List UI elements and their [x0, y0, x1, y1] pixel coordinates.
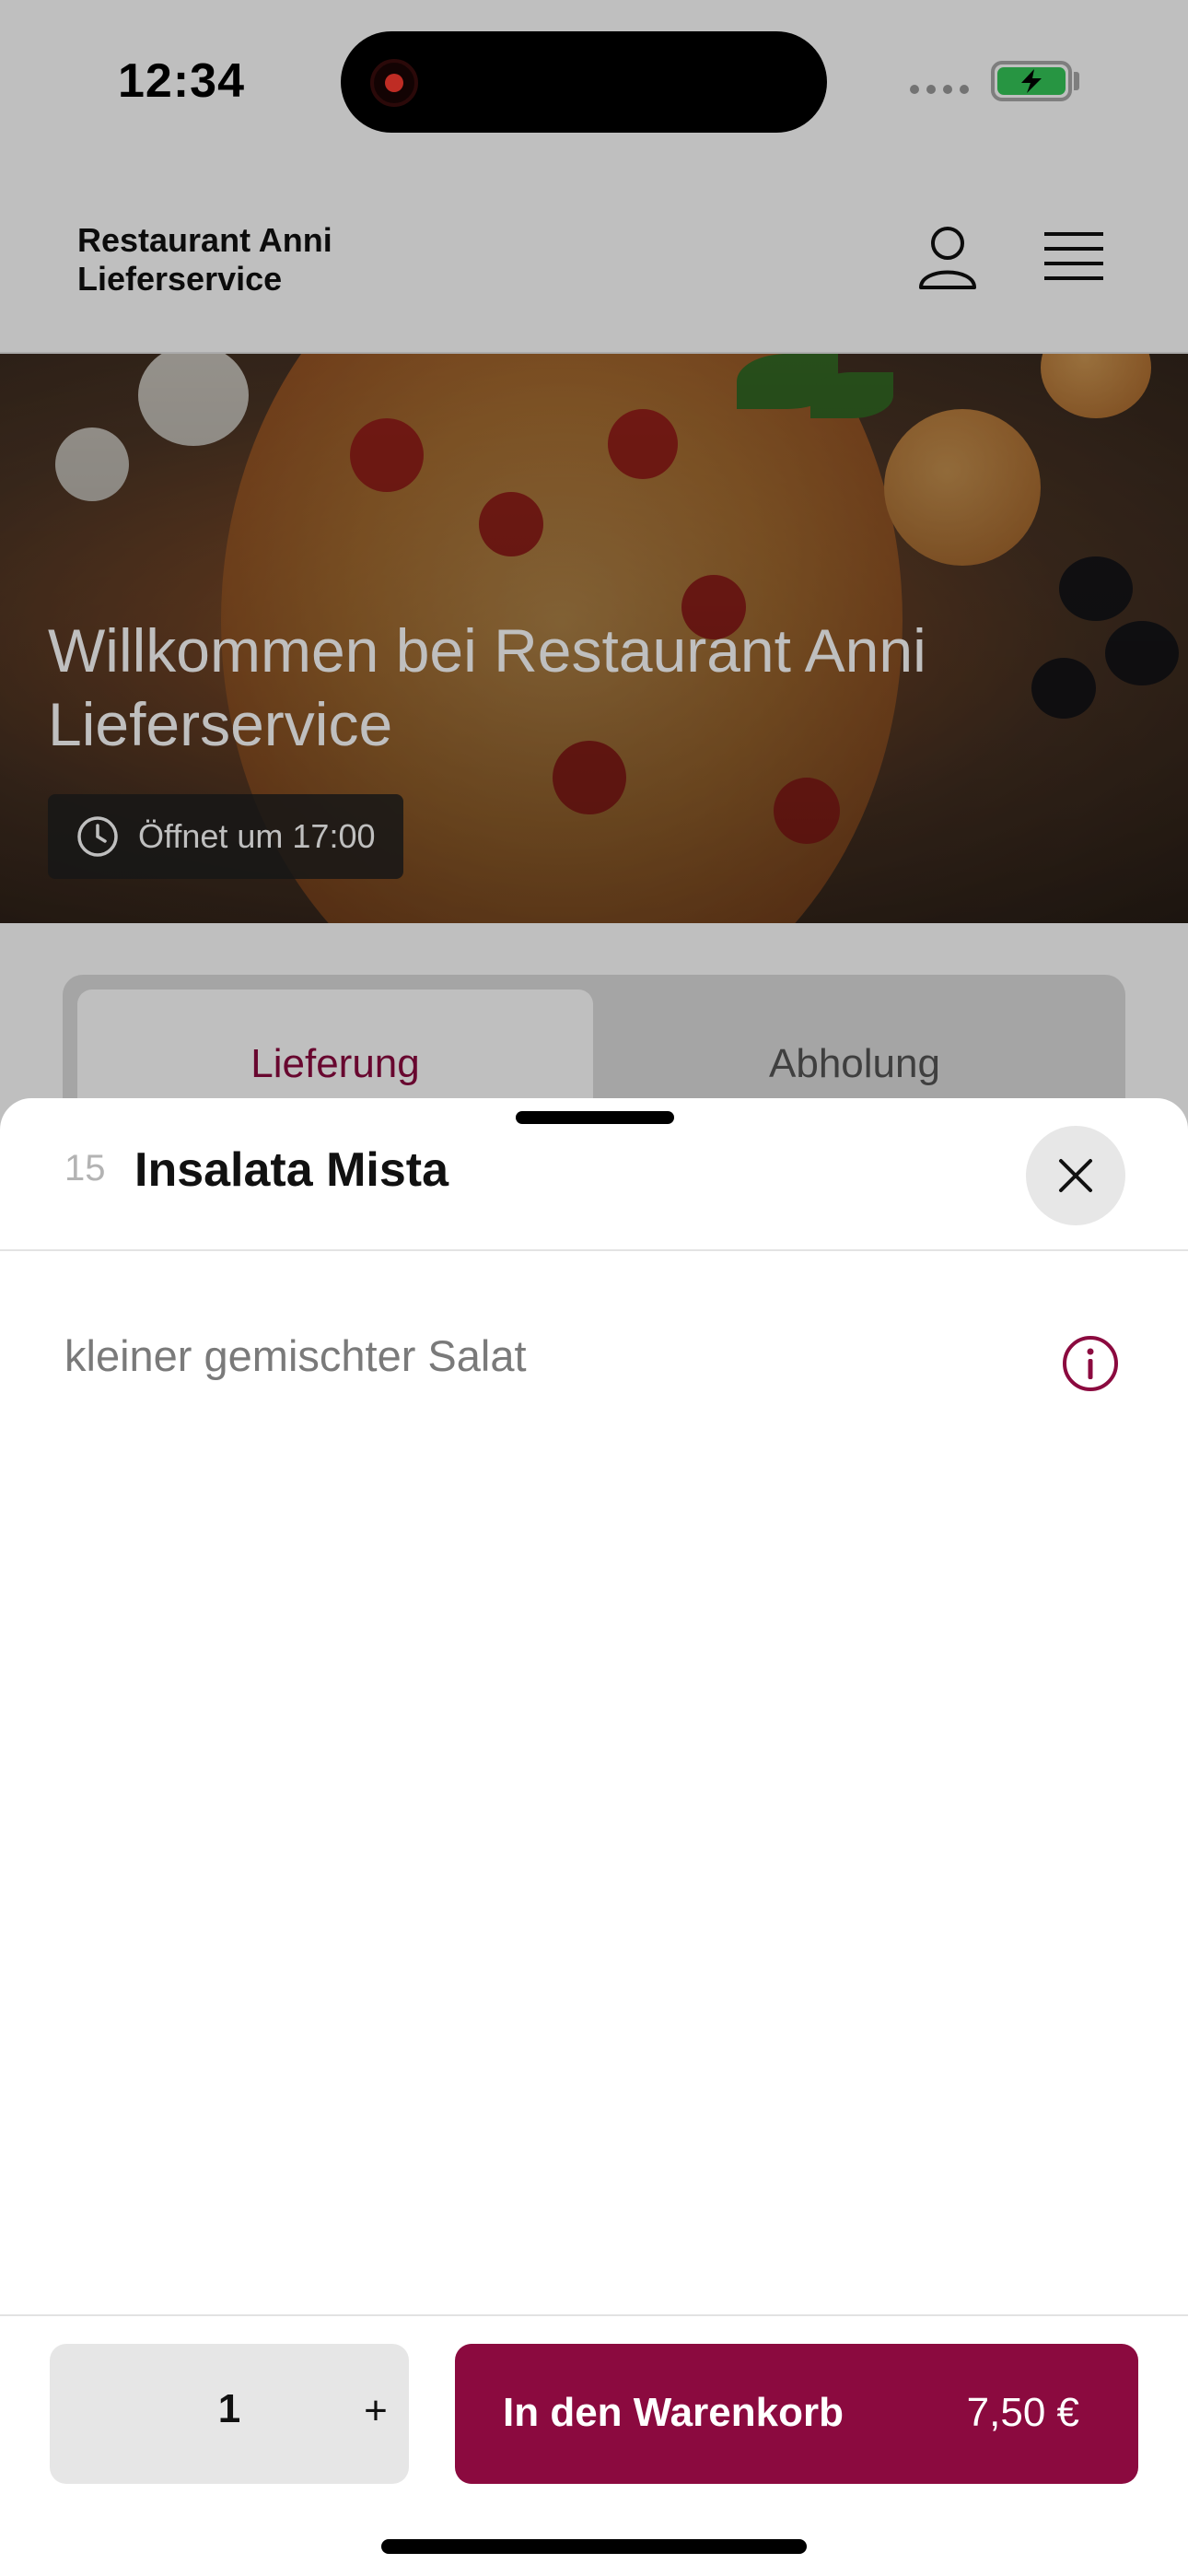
page: 12:34 Restaurant Anni Lieferservice Will…	[0, 0, 1188, 2576]
item-title: Insalata Mista	[134, 1143, 449, 1197]
quantity-stepper: 1 +	[50, 2344, 409, 2484]
modal-backdrop[interactable]	[0, 0, 1188, 1290]
add-to-cart-label: In den Warenkorb	[503, 2390, 844, 2435]
add-to-cart-button[interactable]: In den Warenkorb 7,50 €	[455, 2344, 1138, 2484]
info-icon[interactable]	[1061, 1334, 1120, 1393]
item-number: 15	[64, 1148, 106, 1188]
quantity-value: 1	[217, 2386, 241, 2431]
bottom-action-bar: 1 + In den Warenkorb 7,50 €	[0, 2314, 1188, 2576]
item-price: 7,50 €	[966, 2390, 1079, 2435]
home-indicator[interactable]	[381, 2539, 807, 2554]
increment-button[interactable]: +	[354, 2388, 398, 2434]
sheet-grabber[interactable]	[516, 1111, 674, 1124]
sheet-header: 15 Insalata Mista	[0, 1098, 1188, 1251]
item-detail-sheet: 15 Insalata Mista kleiner gemischter Sal…	[0, 1098, 1188, 2576]
item-description: kleiner gemischter Salat	[64, 1331, 527, 1380]
close-icon	[1059, 1159, 1092, 1192]
close-button[interactable]	[1026, 1126, 1125, 1225]
